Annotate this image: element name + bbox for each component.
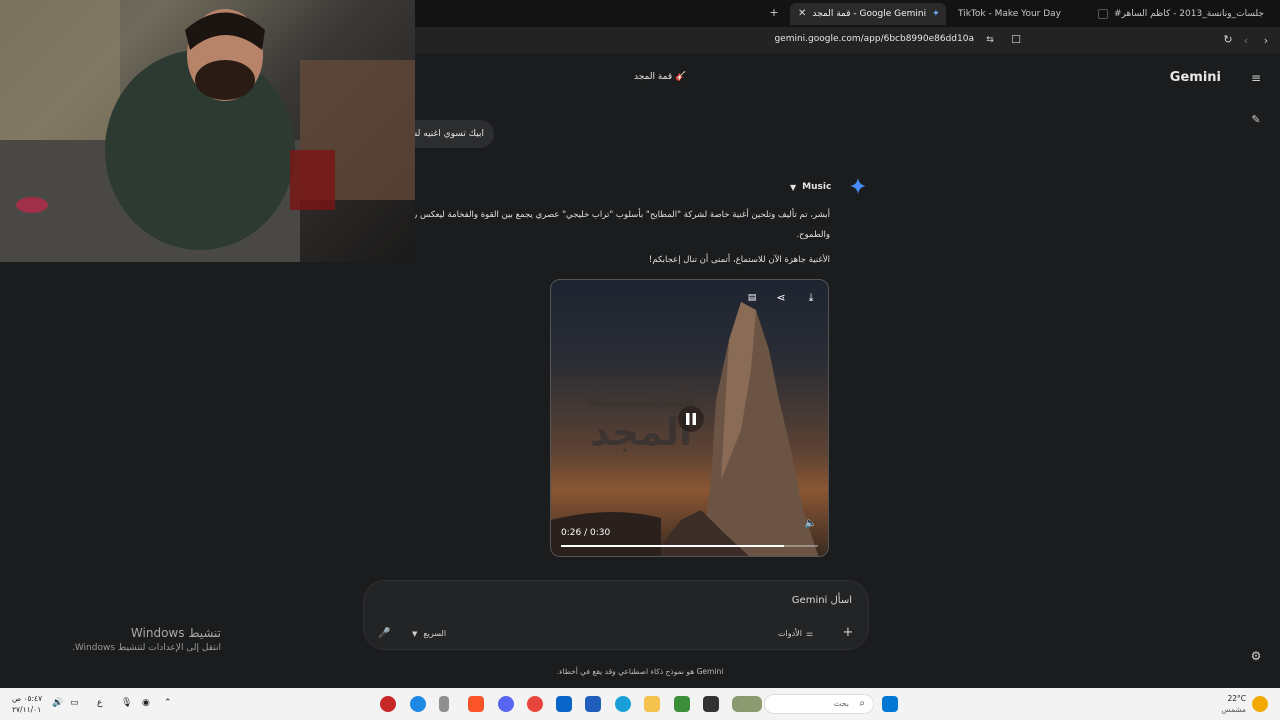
search-icon: ⌕ [859, 698, 865, 709]
guitar-icon: 🎸 [675, 72, 687, 82]
volume-icon[interactable]: 🔊 [52, 698, 63, 708]
terminal-icon[interactable] [703, 696, 719, 712]
store-icon[interactable] [585, 696, 601, 712]
volume-icon[interactable]: 🔈 [804, 517, 818, 531]
chat-title-text: قمة المجد [634, 72, 673, 82]
windows-activation-hint: انتقل إلى الإعدادات لتنشيط Windows. [71, 643, 221, 653]
gemini-logo[interactable]: Gemini [1170, 70, 1221, 85]
chrome-icon[interactable] [527, 696, 543, 712]
network-icon[interactable]: ◉ [142, 698, 150, 708]
tools-button[interactable]: الأدوات ⚌ [778, 629, 813, 638]
playback-time: 0:26 / 0:30 [561, 528, 611, 538]
windows-activation-title: تنشيط Windows [130, 626, 221, 640]
monitor-icon[interactable]: ▭ [70, 698, 79, 708]
tab-label: #جلسات_ونانسة_2013 - كاظم الساهر [1114, 9, 1264, 19]
bookmark-icon[interactable]: ☐ [1010, 34, 1022, 46]
search-highlight-image [732, 696, 762, 712]
pause-button[interactable] [678, 406, 704, 432]
url-field[interactable]: gemini.google.com/app/6bcb8990e86dd10a [774, 34, 974, 44]
weather-desc: مشمس [1221, 705, 1246, 714]
close-tab-icon[interactable]: ✕ [798, 3, 806, 25]
microphone-icon[interactable]: 🎤 [378, 628, 390, 640]
edge-icon[interactable] [615, 696, 631, 712]
windows-taskbar: 22°C مشمس ⌕ بحث ⌃ ◉ 🎙 ع ▭ 🔊 ٠٥:٤٧ ص ٢٧/١… [0, 688, 1280, 720]
disclaimer: Gemini هو نموذج ذكاء اصطناعي وقد يقع في … [556, 667, 724, 676]
tab-tiktok[interactable]: TikTok - Make Your Day [950, 3, 1088, 25]
brave-icon[interactable] [468, 696, 484, 712]
chevron-down-icon: ▼ [412, 629, 418, 638]
weather-temp: 22°C [1227, 694, 1246, 703]
obs-icon[interactable] [380, 696, 396, 712]
reload-icon[interactable]: ↻ [1222, 34, 1234, 46]
site-settings-icon[interactable]: ⇆ [984, 34, 996, 46]
weather-sun-icon[interactable] [1252, 696, 1268, 712]
chevron-down-icon: ▼ [790, 182, 797, 192]
music-video-player[interactable]: قمـــة المجد ▤ ⋖ ⤓ 0:26 / 0:30 🔈 [550, 279, 829, 557]
search-placeholder: بحث [833, 699, 849, 708]
response-text-line1b: والطموح. [796, 230, 830, 240]
tools-icon: ⚌ [805, 629, 814, 638]
progress-fill [561, 545, 784, 547]
tab-label: ‏قمة المجد - Google Gemini [812, 9, 927, 19]
menu-icon[interactable]: ≡ [1250, 72, 1262, 84]
gemini-spark-icon [850, 178, 866, 194]
new-chat-icon[interactable]: ✎ [1250, 114, 1262, 126]
back-arrow-icon[interactable]: › [1260, 35, 1272, 47]
new-tab-button[interactable]: + [768, 7, 780, 19]
progress-bar[interactable] [561, 545, 818, 547]
clock-time[interactable]: ٠٥:٤٧ ص [12, 694, 42, 703]
microphone-icon[interactable]: 🎙 [121, 698, 132, 708]
tab-gemini[interactable]: ✕ ‏قمة المجد - Google Gemini ✦ [790, 3, 946, 25]
share-icon[interactable]: ⋖ [774, 291, 788, 305]
prompt-input[interactable]: اسأل Gemini [792, 595, 852, 606]
webcam-person-image [0, 0, 415, 262]
discord-icon[interactable] [498, 696, 514, 712]
taskbar-search[interactable]: ⌕ بحث [764, 694, 874, 714]
prompt-box[interactable]: اسأل Gemini + الأدوات ⚌ ▼ السريع 🎤 [363, 580, 869, 650]
windows-start-icon[interactable] [882, 696, 898, 712]
side-rail: ≡ ✎ ⚙ [1232, 54, 1280, 688]
response-text-line2: الأغنية جاهزة الآن للاستماع، أتمنى أن تن… [648, 255, 830, 265]
response-text-line1: أبشر، تم تأليف وتلحين أغنية خاصة لشركة "… [403, 210, 830, 220]
download-icon[interactable]: ⤓ [804, 291, 818, 305]
forward-arrow-icon[interactable]: ‹ [1240, 35, 1252, 47]
webcam-overlay [0, 0, 415, 262]
gemini-favicon-icon: ✦ [932, 9, 940, 19]
mode-label: السريع [423, 629, 447, 638]
app-icon[interactable] [674, 696, 690, 712]
tab-kadim[interactable]: #جلسات_ونانسة_2013 - كاظم الساهر [1090, 3, 1275, 25]
tiktok-favicon-icon [1098, 9, 1108, 19]
model-label: Music [802, 182, 832, 192]
chevron-up-icon[interactable]: ⌃ [164, 698, 172, 708]
language-indicator[interactable]: ع [97, 698, 102, 708]
tools-label: الأدوات [778, 629, 802, 638]
mode-selector[interactable]: ▼ السريع [412, 629, 446, 638]
app-icon[interactable] [439, 696, 449, 712]
captions-icon[interactable]: ▤ [745, 291, 759, 305]
settings-gear-icon[interactable]: ⚙ [1250, 650, 1262, 662]
app-icon[interactable] [410, 696, 426, 712]
add-icon[interactable]: + [842, 626, 854, 639]
outlook-icon[interactable] [556, 696, 572, 712]
file-explorer-icon[interactable] [644, 696, 660, 712]
model-response-header[interactable]: ▼ Music [790, 179, 831, 195]
tab-label: TikTok - Make Your Day [958, 9, 1062, 19]
clock-date[interactable]: ٢٧/١١/٠١ [12, 705, 41, 714]
chat-title[interactable]: قمة المجد 🎸 [634, 72, 686, 82]
